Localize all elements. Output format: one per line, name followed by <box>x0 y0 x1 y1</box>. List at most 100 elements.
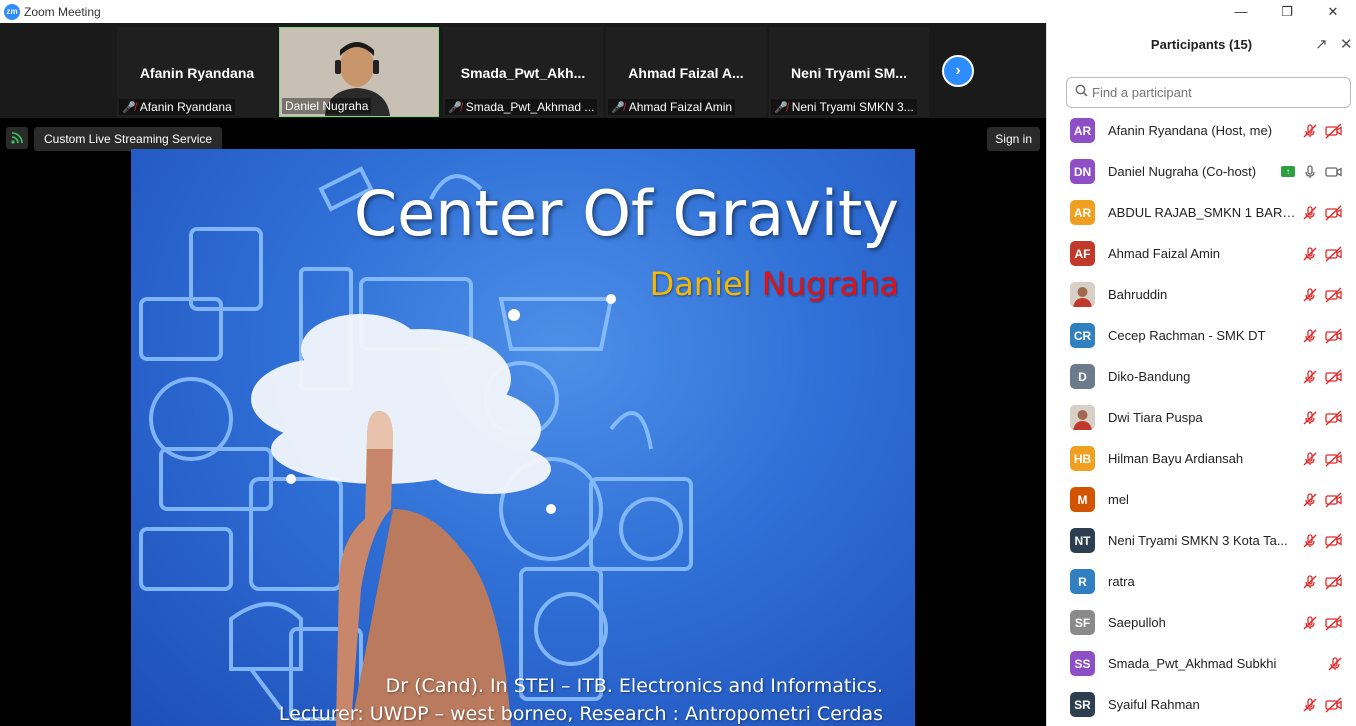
tile-label-text: Neni Tryami SMKN 3... <box>791 100 914 114</box>
participant-row[interactable]: SS Smada_Pwt_Akhmad Subkhi <box>1047 643 1356 684</box>
mic-muted-icon <box>1301 450 1319 468</box>
tile-name: Smada_Pwt_Akh... <box>460 65 586 81</box>
mic-muted-icon <box>1301 245 1319 263</box>
next-page-button[interactable]: › <box>942 55 974 87</box>
participant-row[interactable]: AR ABDUL RAJAB_SMKN 1 BARRU <box>1047 192 1356 233</box>
participant-name: Smada_Pwt_Akhmad Subkhi <box>1108 656 1277 671</box>
tile-label-text: Smada_Pwt_Akhmad ... <box>465 100 595 114</box>
tile-name: Neni Tryami SM... <box>791 65 907 81</box>
mic-muted-icon <box>1301 573 1319 591</box>
participant-row[interactable]: SF Saepulloh <box>1047 602 1356 643</box>
video-tile-active[interactable]: Daniel Nugraha <box>279 27 439 117</box>
participant-row[interactable]: D Diko-Bandung <box>1047 356 1356 397</box>
participant-name: ratra <box>1108 574 1135 589</box>
tile-label: Daniel Nugraha <box>282 98 372 114</box>
avatar: NT <box>1070 528 1095 553</box>
avatar: AR <box>1070 200 1095 225</box>
participants-panel: Participants (15) ↗ ✕ AR Afanin Ryandana … <box>1046 23 1356 726</box>
mic-muted-icon: 🎤̸ <box>448 101 462 114</box>
participant-name: Saepulloh <box>1108 615 1166 630</box>
participant-row[interactable]: Dwi Tiara Puspa <box>1047 397 1356 438</box>
participant-name: Afanin Ryandana (Host, me) <box>1108 123 1273 138</box>
tile-label: 🎤̸ Smada_Pwt_Akhmad ... <box>445 99 598 115</box>
minimize-icon[interactable]: — <box>1218 0 1264 23</box>
participant-name: Bahruddin <box>1108 287 1168 302</box>
sign-in-button[interactable]: Sign in <box>987 127 1040 151</box>
video-tile[interactable]: Ahmad Faizal A... 🎤̸ Ahmad Faizal Amin <box>606 27 766 117</box>
camera-off-icon <box>1325 614 1343 632</box>
video-tile[interactable]: Afanin Ryandana 🎤̸ Afanin Ryandana <box>117 27 277 117</box>
avatar: D <box>1070 364 1095 389</box>
mic-muted-icon <box>1301 368 1319 386</box>
avatar-initials: CR <box>1073 328 1092 343</box>
meeting-area: Afanin Ryandana 🎤̸ Afanin Ryandana Daniel… <box>0 23 1046 726</box>
slide-subtitle-line1: Dr (Cand). In STEI – ITB. Electronics an… <box>385 675 883 697</box>
slide-title: Center Of Gravity <box>353 177 899 250</box>
participant-search[interactable] <box>1066 77 1351 108</box>
avatar-initials: R <box>1078 574 1087 589</box>
camera-icon <box>1325 163 1343 181</box>
participant-row[interactable]: Mmel <box>1047 479 1356 520</box>
avatar-initials: AR <box>1073 123 1092 138</box>
camera-off-icon <box>1325 696 1343 714</box>
participant-name: Dwi Tiara Puspa <box>1108 410 1203 425</box>
participant-name: Daniel Nugraha (Co-host) <box>1108 164 1257 179</box>
participant-name: Diko-Bandung <box>1108 369 1191 384</box>
restore-icon[interactable]: ❐ <box>1264 0 1310 23</box>
camera-off-icon <box>1325 204 1343 222</box>
avatar: R <box>1070 569 1095 594</box>
live-stream-icon[interactable] <box>6 127 28 149</box>
search-icon <box>1075 84 1088 102</box>
video-tile[interactable]: Smada_Pwt_Akh... 🎤̸ Smada_Pwt_Akhmad ... <box>443 27 603 117</box>
tile-label-text: Ahmad Faizal Amin <box>628 100 733 114</box>
live-streaming-button[interactable]: Custom Live Streaming Service <box>34 127 223 151</box>
participant-row[interactable]: CR Cecep Rachman - SMK DT <box>1047 315 1356 356</box>
avatar: DN <box>1070 159 1095 184</box>
mic-muted-icon <box>1301 491 1319 509</box>
mic-muted-icon <box>1301 409 1319 427</box>
mic-muted-icon <box>1301 204 1319 222</box>
participant-row[interactable]: Rratra <box>1047 561 1356 602</box>
participant-row[interactable]: Bahruddin <box>1047 274 1356 315</box>
video-tile[interactable]: Neni Tryami SM... 🎤̸ Neni Tryami SMKN 3..… <box>769 27 929 117</box>
tile-name: Afanin Ryandana <box>139 65 255 81</box>
mic-muted-icon <box>1301 122 1319 140</box>
avatar: AF <box>1070 241 1095 266</box>
participant-row[interactable]: SR Syaiful Rahman <box>1047 684 1356 725</box>
camera-off-icon <box>1325 450 1343 468</box>
mic-muted-icon <box>1301 327 1319 345</box>
camera-off-icon <box>1325 327 1343 345</box>
video-strip: Afanin Ryandana 🎤̸ Afanin Ryandana Daniel… <box>0 23 1046 118</box>
tile-label: 🎤̸ Ahmad Faizal Amin <box>608 99 736 115</box>
participant-row[interactable]: AF Ahmad Faizal Amin <box>1047 233 1356 274</box>
zoom-logo-icon: zm <box>4 3 20 20</box>
close-panel-icon[interactable]: ✕ <box>1340 35 1353 53</box>
camera-off-icon <box>1325 122 1343 140</box>
participant-name: mel <box>1108 492 1129 507</box>
slide-author-last: Nugraha <box>761 265 899 303</box>
participant-name: ABDUL RAJAB_SMKN 1 BARRU <box>1108 205 1298 220</box>
tile-label-text: Daniel Nugraha <box>285 99 369 113</box>
close-icon[interactable]: ✕ <box>1310 0 1356 23</box>
mic-muted-icon: 🎤̸ <box>122 101 136 114</box>
avatar: SR <box>1070 692 1095 717</box>
mic-muted-icon: 🎤̸ <box>611 101 625 114</box>
chevron-right-icon: › <box>955 62 961 79</box>
participant-row[interactable]: DN Daniel Nugraha (Co-host) ↑ <box>1047 151 1356 192</box>
avatar-initials: SR <box>1074 697 1091 712</box>
slide-subtitle-line2: Lecturer: UWDP – west borneo, Research :… <box>278 703 883 725</box>
mic-muted-icon: 🎤̸ <box>774 101 788 114</box>
participant-row[interactable]: HB Hilman Bayu Ardiansah <box>1047 438 1356 479</box>
tile-label-text: Afanin Ryandana <box>139 100 232 114</box>
window-controls: — ❐ ✕ <box>1218 0 1356 23</box>
avatar-initials: D <box>1078 369 1087 384</box>
pop-out-icon[interactable]: ↗ <box>1315 35 1328 53</box>
tile-label: 🎤̸ Afanin Ryandana <box>119 99 235 115</box>
mic-muted-icon <box>1301 696 1319 714</box>
camera-off-icon <box>1325 286 1343 304</box>
participant-row[interactable]: AR Afanin Ryandana (Host, me) <box>1047 110 1356 151</box>
participant-row[interactable]: NT Neni Tryami SMKN 3 Kota Ta... <box>1047 520 1356 561</box>
shared-screen-slide: Center Of Gravity Daniel Nugraha Dr (Can… <box>131 149 915 726</box>
participant-search-input[interactable] <box>1092 85 1332 100</box>
avatar: SF <box>1070 610 1095 635</box>
